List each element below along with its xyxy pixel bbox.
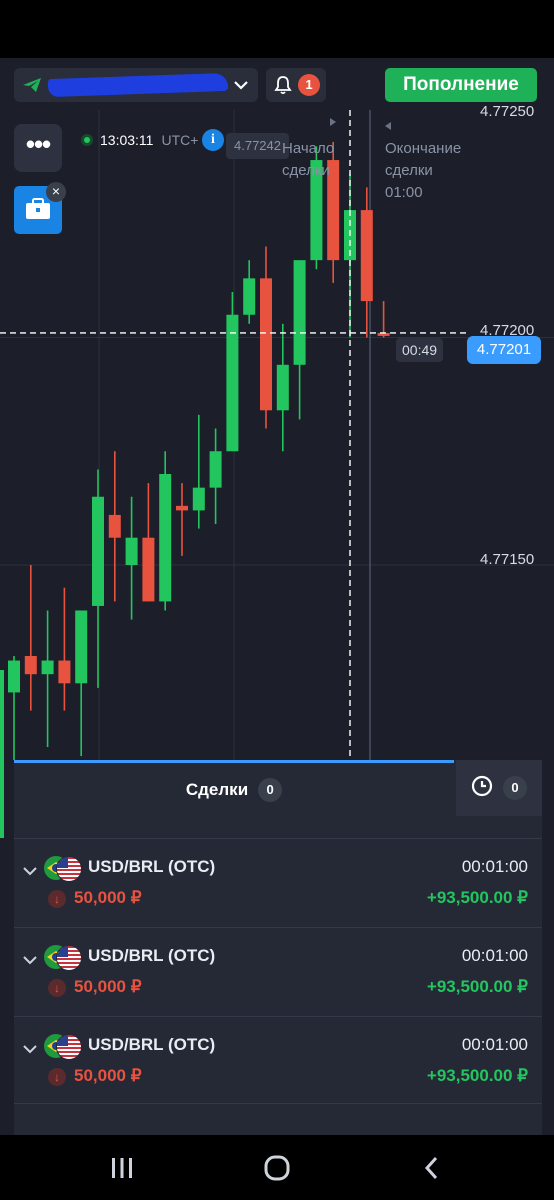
candle-body (108, 514, 121, 538)
candle-body (276, 364, 289, 411)
price-chart[interactable]: 4.77250 4.77200 4.77150 ••• × 13:03:11 U… (0, 103, 554, 838)
tab-history-count: 0 (503, 776, 527, 800)
back-button[interactable] (412, 1151, 452, 1185)
recent-apps-button[interactable] (102, 1151, 142, 1185)
server-time: 13:03:11 UTC+ (84, 132, 198, 148)
tab-deals-label: Сделки (185, 779, 249, 799)
partial-candle (0, 670, 4, 838)
trade-start-text: Начало сделки (282, 140, 335, 179)
timezone-text: UTC+ (161, 132, 199, 148)
candle-body (176, 505, 188, 511)
bell-icon (274, 75, 292, 100)
info-icon[interactable]: i (202, 129, 224, 151)
trade-profit: +93,500.00 ₽ (426, 977, 528, 996)
home-button[interactable] (257, 1151, 297, 1185)
candle-body (125, 537, 138, 565)
currency-flags-icon (44, 1034, 84, 1060)
trade-end-text: Окончание сделки (385, 140, 462, 179)
candle-body (192, 487, 205, 511)
trade-amount: 50,000 ₽ (74, 977, 142, 996)
trade-end-time: 01:00 (385, 184, 423, 201)
recent-apps-icon (112, 1158, 132, 1178)
close-icon[interactable]: × (46, 182, 66, 202)
candle-body (41, 660, 54, 675)
telegram-plane-icon (22, 77, 42, 98)
redacted-account-name (47, 72, 229, 98)
candle-body (260, 278, 272, 411)
trade-duration: 00:01:00 (461, 1035, 528, 1054)
candle-body (24, 656, 37, 675)
back-icon (424, 1156, 438, 1180)
top-bar: 1 Пополнение (0, 58, 554, 110)
arrow-down-icon: ↓ (48, 890, 66, 908)
candle-body (360, 210, 373, 302)
home-icon (264, 1155, 290, 1181)
chevron-down-icon[interactable] (22, 863, 38, 884)
candle-body (58, 660, 71, 684)
candle-body (243, 278, 256, 315)
notification-count-badge: 1 (298, 74, 320, 96)
trade-row[interactable]: USD/BRL (OTC) 00:01:00 ↓ 50,000 ₽ +93,50… (14, 927, 542, 1016)
tab-deals[interactable]: Сделки 0 (14, 760, 454, 816)
deals-panel: Сделки 0 0 USD/BRL (OTC) 00:01:00 ↓ 50,0… (14, 760, 542, 1135)
candle-body (226, 314, 239, 452)
candle-body (92, 496, 104, 606)
clock-icon (471, 775, 493, 802)
trade-start-arrow (330, 118, 336, 126)
candle-body (159, 474, 172, 602)
tab-history[interactable]: 0 (456, 760, 542, 816)
countdown-tag: 00:49 (396, 338, 444, 362)
live-indicator (84, 137, 90, 143)
more-menu-button[interactable]: ••• (14, 124, 62, 172)
briefcase-icon (25, 198, 51, 225)
trade-end-label: Окончание сделки 01:00 (385, 138, 475, 204)
deals-tabs: Сделки 0 0 (14, 760, 542, 816)
candlestick-chart (0, 110, 554, 760)
trade-start-label: Начало сделки (282, 138, 342, 182)
trade-duration: 00:01:00 (461, 857, 528, 876)
candle-body (75, 610, 88, 684)
chevron-down-icon (232, 76, 250, 99)
hover-price-tooltip: 4.77242 (226, 133, 289, 159)
trade-pair: USD/BRL (OTC) (88, 1035, 216, 1054)
tab-deals-count: 0 (258, 777, 283, 802)
trade-row[interactable]: USD/BRL (OTC) 00:01:00 ↓ 50,000 ₽ +93,50… (14, 1016, 542, 1105)
candle-body (142, 537, 155, 602)
status-bar (0, 0, 554, 58)
account-selector[interactable] (14, 68, 258, 102)
current-price-tag: 4.77201 (467, 336, 541, 364)
android-nav-bar (0, 1135, 554, 1200)
price-axis-label: 4.77150 (480, 551, 535, 568)
currency-flags-icon (44, 945, 84, 971)
arrow-down-icon: ↓ (48, 979, 66, 997)
candle-body (8, 660, 20, 693)
more-dots-icon: ••• (25, 129, 51, 159)
trade-row[interactable]: USD/BRL (OTC) 00:01:00 ↓ 50,000 ₽ +93,50… (14, 838, 542, 927)
notifications-button[interactable]: 1 (266, 68, 326, 102)
candle-body (293, 260, 306, 365)
candle-body (209, 451, 222, 488)
trade-end-arrow (385, 122, 391, 130)
chevron-down-icon[interactable] (22, 952, 38, 973)
trade-amount: 50,000 ₽ (74, 1066, 142, 1085)
deposit-button[interactable]: Пополнение (385, 68, 537, 102)
clock-text: 13:03:11 (100, 132, 154, 148)
trade-profit: +93,500.00 ₽ (426, 888, 528, 907)
trade-duration: 00:01:00 (461, 946, 528, 965)
chevron-down-icon[interactable] (22, 1041, 38, 1062)
currency-flags-icon (44, 856, 84, 882)
price-axis-label: 4.77250 (480, 103, 535, 120)
trade-pair: USD/BRL (OTC) (88, 946, 216, 965)
trade-amount: 50,000 ₽ (74, 888, 142, 907)
trade-profit: +93,500.00 ₽ (426, 1066, 528, 1085)
trade-pair: USD/BRL (OTC) (88, 857, 216, 876)
arrow-down-icon: ↓ (48, 1068, 66, 1086)
divider (14, 1103, 542, 1104)
